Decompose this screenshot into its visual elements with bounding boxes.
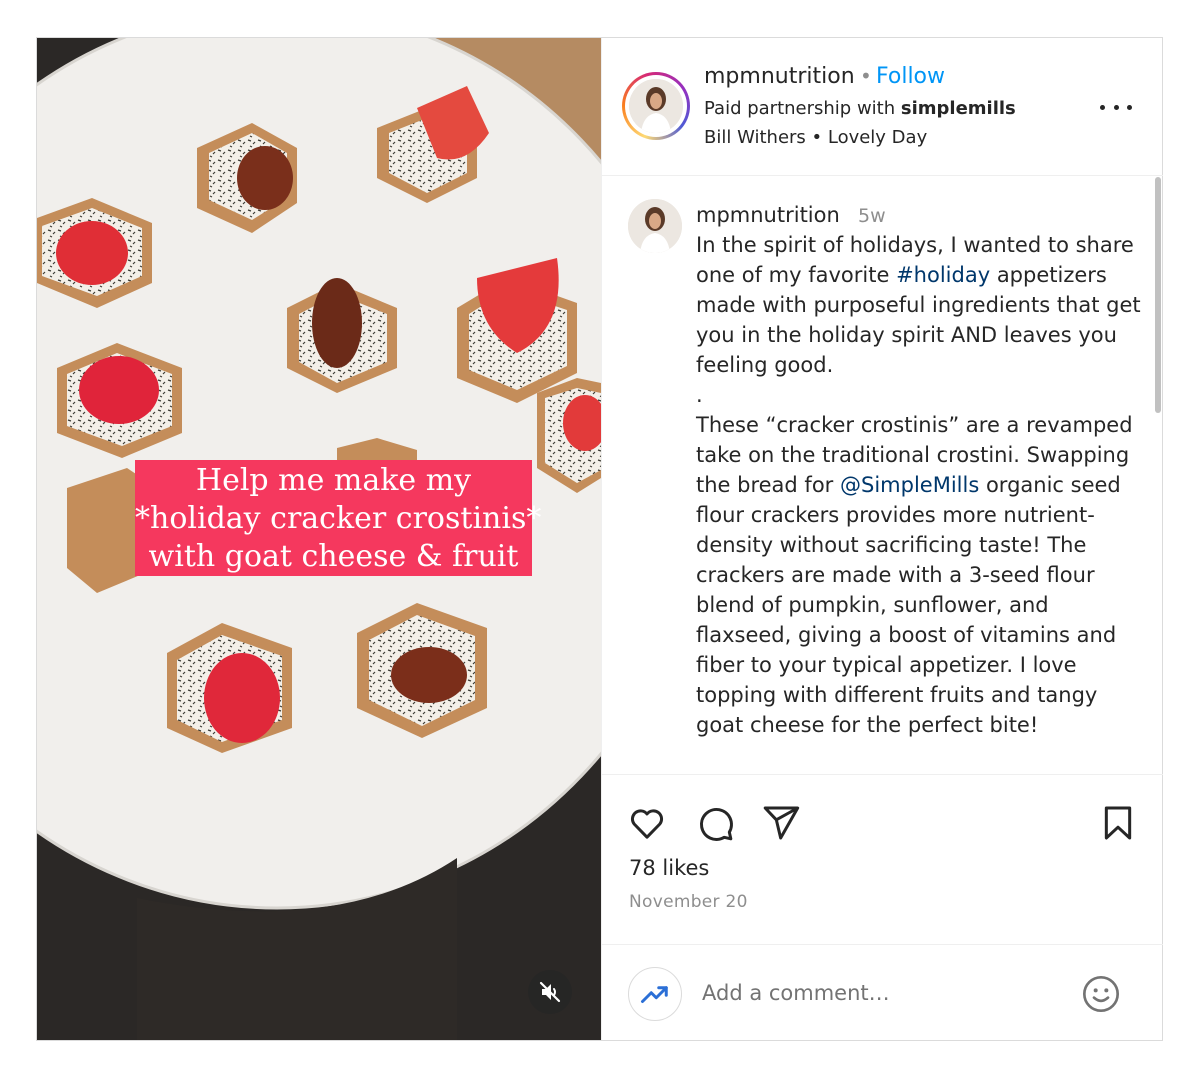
header-username[interactable]: mpmnutrition: [704, 64, 855, 89]
partner-link[interactable]: simplemills: [901, 98, 1016, 119]
caption-line: In the spirit of holidays, I wanted to s…: [696, 233, 1134, 257]
caption-line: blend of pumpkin, sunflower, and: [696, 593, 1049, 617]
caption-line: goat cheese for the perfect bite!: [696, 713, 1039, 737]
caption-line: density without sacrificing taste! The: [696, 533, 1087, 557]
post-header: mpmnutrition • Follow Paid partnership w…: [602, 38, 1163, 176]
caption-line: one of my favorite #holiday appetizers: [696, 263, 1107, 287]
trending-icon[interactable]: [628, 967, 682, 1021]
mention-link[interactable]: @SimpleMills: [840, 473, 979, 497]
likes-count[interactable]: 78 likes: [629, 856, 709, 880]
comment-icon[interactable]: [694, 802, 736, 844]
caption-line: you in the holiday spirit AND leaves you: [696, 323, 1117, 347]
instagram-post: Help me make my *holiday cracker crostin…: [36, 37, 1163, 1041]
comment-input[interactable]: [702, 975, 1062, 1011]
caption-timestamp[interactable]: 5w: [858, 205, 886, 227]
video-text-overlay: Help me make my *holiday cracker crostin…: [135, 460, 541, 576]
bookmark-icon[interactable]: [1097, 802, 1139, 844]
caption-username[interactable]: mpmnutrition: [696, 203, 840, 227]
hashtag-link[interactable]: #holiday: [896, 263, 990, 287]
caption-text: In the spirit of holidays, I wanted to s…: [696, 230, 1146, 740]
heart-icon[interactable]: [626, 802, 668, 844]
audio-track-link[interactable]: Bill Withers • Lovely Day: [704, 127, 927, 148]
separator-dot: •: [860, 64, 872, 88]
caption-line: .: [696, 383, 703, 407]
caption-line: fiber to your typical appetizer. I love: [696, 653, 1077, 677]
mute-button[interactable]: [528, 970, 572, 1014]
follow-button[interactable]: Follow: [876, 64, 945, 89]
caption-line: the bread for @SimpleMills organic seed: [696, 473, 1121, 497]
caption-line: flour crackers provides more nutrient-: [696, 503, 1095, 527]
caption-line: crackers are made with a 3-seed flour: [696, 563, 1095, 587]
caption-line: feeling good.: [696, 353, 834, 377]
story-ring-avatar[interactable]: [622, 72, 690, 140]
emoji-icon[interactable]: [1080, 973, 1122, 1015]
share-icon[interactable]: [760, 802, 802, 844]
paid-partnership-label: Paid partnership with simplemills: [704, 98, 1016, 119]
post-details-panel: mpmnutrition • Follow Paid partnership w…: [601, 38, 1163, 1040]
scrollbar[interactable]: [1155, 177, 1161, 413]
caption-avatar[interactable]: [628, 199, 682, 253]
avatar: [629, 79, 683, 133]
caption-line: made with purposeful ingredients that ge…: [696, 293, 1141, 317]
post-date[interactable]: November 20: [629, 892, 748, 912]
action-bar: 78 likes November 20: [602, 778, 1163, 928]
speaker-muted-icon: [539, 981, 561, 1003]
caption-line: take on the traditional crostini. Swappi…: [696, 443, 1130, 467]
more-options-icon[interactable]: [1100, 98, 1132, 116]
caption-line: flaxseed, giving a boost of vitamins and: [696, 623, 1117, 647]
caption-line: topping with different fruits and tangy: [696, 683, 1098, 707]
caption-line: These “cracker crostinis” are a revamped: [696, 413, 1133, 437]
post-media[interactable]: Help me make my *holiday cracker crostin…: [37, 38, 601, 1040]
add-comment-bar: [602, 944, 1163, 1040]
comments-section[interactable]: mpmnutrition 5w In the spirit of holiday…: [602, 177, 1163, 775]
